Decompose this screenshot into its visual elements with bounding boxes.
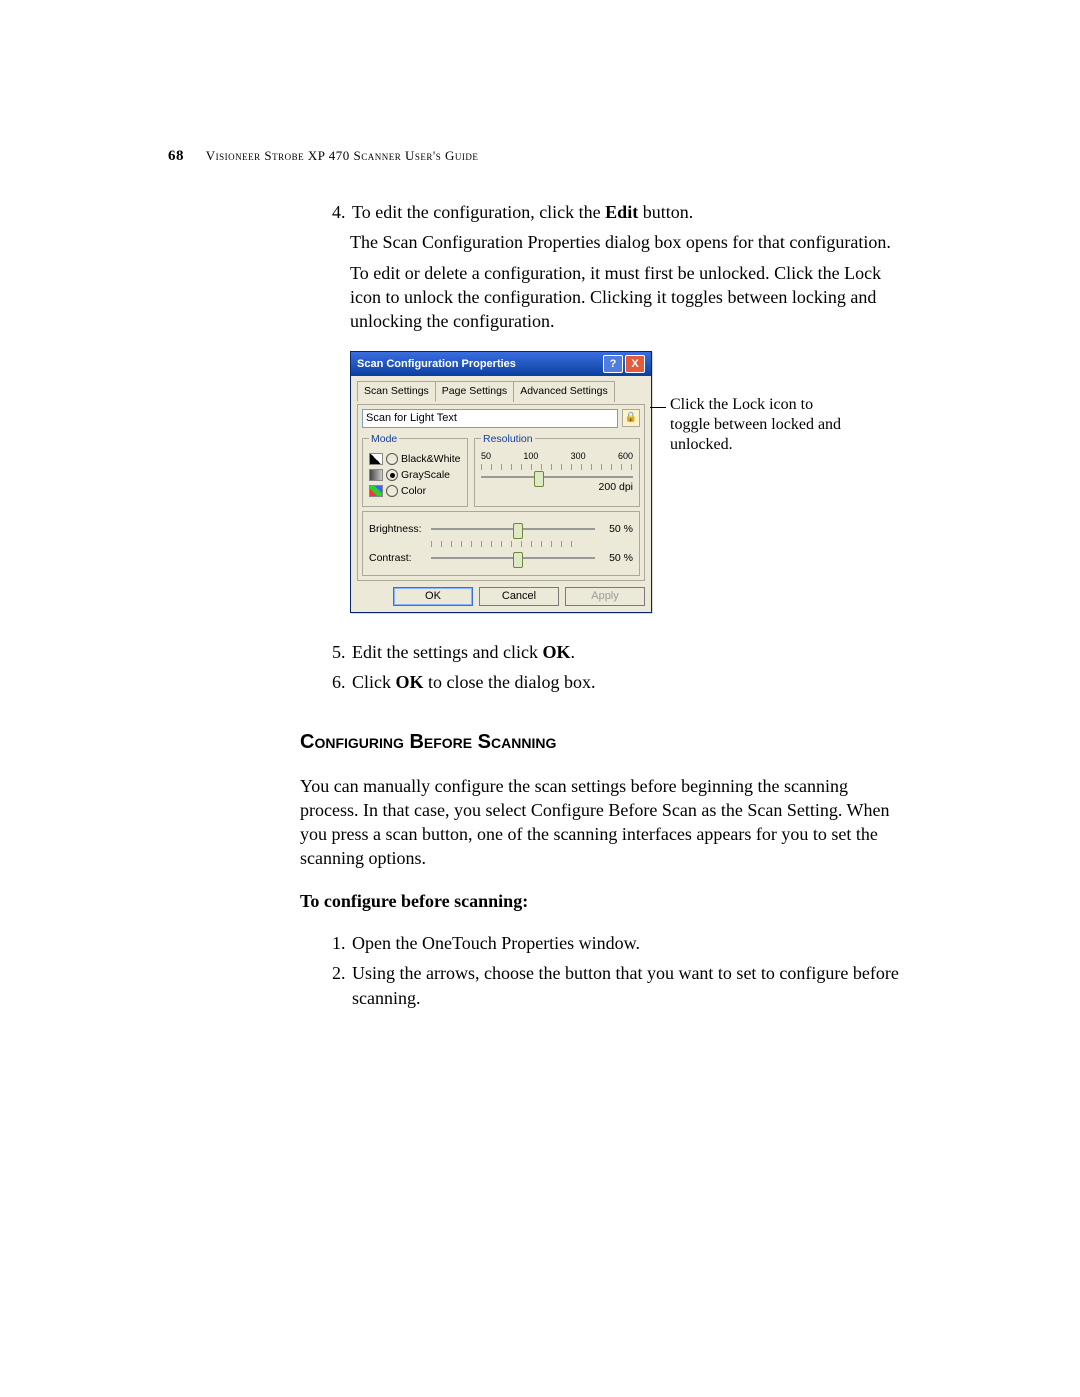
header-title: Visioneer Strobe XP 470 Scanner User's G…	[206, 148, 479, 163]
radio-color[interactable]	[386, 485, 398, 497]
bstep-1: Open the OneTouch Properties window.	[350, 931, 910, 955]
apply-button: Apply	[565, 587, 645, 606]
scan-config-dialog: Scan Configuration Properties ? X Scan S…	[350, 351, 652, 612]
step-4-para2: To edit or delete a configuration, it mu…	[350, 261, 910, 334]
lock-icon[interactable]: 🔒	[622, 409, 640, 427]
callout-leader	[650, 407, 666, 408]
color-icon	[369, 485, 383, 497]
section-heading: Configuring Before Scanning	[300, 729, 910, 756]
bstep-2: Using the arrows, choose the button that…	[350, 961, 910, 1010]
resolution-legend: Resolution	[481, 432, 535, 446]
tab-advanced-settings[interactable]: Advanced Settings	[513, 381, 615, 401]
resolution-group: Resolution 50 100 300 600	[474, 432, 640, 508]
bw-icon	[369, 453, 383, 465]
contrast-thumb[interactable]	[513, 552, 523, 568]
callout-text: Click the Lock icon to toggle between lo…	[670, 395, 845, 455]
mode-legend: Mode	[369, 432, 399, 446]
brightness-value: 50 %	[601, 522, 633, 536]
resolution-thumb[interactable]	[534, 471, 544, 487]
mode-grayscale[interactable]: GrayScale	[369, 468, 461, 482]
page-header: 68 Visioneer Strobe XP 470 Scanner User'…	[168, 148, 928, 165]
config-name-input[interactable]: Scan for Light Text	[362, 409, 618, 428]
section-intro: You can manually configure the scan sett…	[300, 774, 910, 871]
contrast-value: 50 %	[601, 551, 633, 565]
brightness-slider[interactable]	[431, 528, 595, 530]
page-number: 68	[168, 148, 184, 164]
tab-strip: Scan Settings Page Settings Advanced Set…	[357, 380, 645, 400]
gs-icon	[369, 469, 383, 481]
dialog-title: Scan Configuration Properties	[357, 357, 516, 372]
step-4: To edit the configuration, click the Edi…	[350, 200, 910, 224]
tab-scan-settings[interactable]: Scan Settings	[357, 381, 436, 401]
dialog-titlebar[interactable]: Scan Configuration Properties ? X	[351, 352, 651, 376]
step-6: Click OK to close the dialog box.	[350, 670, 910, 694]
radio-grayscale[interactable]	[386, 469, 398, 481]
radio-bw[interactable]	[386, 453, 398, 465]
help-button[interactable]: ?	[603, 355, 623, 373]
contrast-slider[interactable]	[431, 557, 595, 559]
step-5: Edit the settings and click OK.	[350, 640, 910, 664]
contrast-label: Contrast:	[369, 551, 425, 565]
dialog-figure: Scan Configuration Properties ? X Scan S…	[350, 351, 910, 596]
subheading: To configure before scanning:	[300, 889, 910, 913]
close-button[interactable]: X	[625, 355, 645, 373]
mode-group: Mode Black&White GrayScale	[362, 432, 468, 508]
resolution-value: 200 dpi	[481, 480, 633, 494]
tab-page-settings[interactable]: Page Settings	[435, 381, 514, 401]
step-4-para1: The Scan Configuration Properties dialog…	[350, 230, 910, 254]
brightness-label: Brightness:	[369, 522, 425, 536]
cancel-button[interactable]: Cancel	[479, 587, 559, 606]
ok-button[interactable]: OK	[393, 587, 473, 606]
resolution-slider[interactable]	[481, 476, 633, 478]
mode-color[interactable]: Color	[369, 484, 461, 498]
brightness-thumb[interactable]	[513, 523, 523, 539]
mode-bw[interactable]: Black&White	[369, 452, 461, 466]
